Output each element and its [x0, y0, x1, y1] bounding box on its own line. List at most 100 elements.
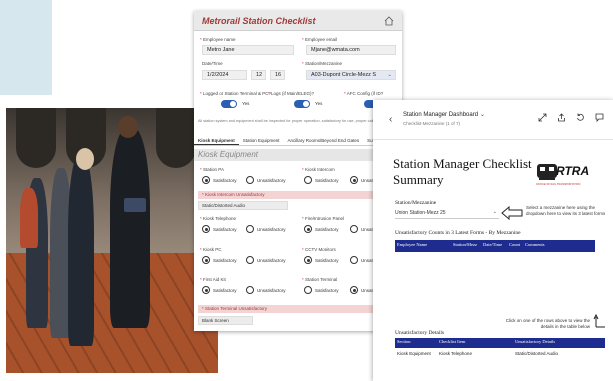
col-section: Section	[397, 339, 411, 344]
station-pa-unsatisfactory-radio[interactable]	[246, 176, 254, 184]
date-field[interactable]: 1/2/2024	[202, 70, 247, 80]
radio-label: Unsat	[361, 227, 373, 232]
radio-label: Satisfactory	[315, 227, 339, 232]
chevron-down-icon: ⌄	[492, 209, 497, 215]
employee-email-field[interactable]: Mjane@wmata.com	[306, 45, 396, 55]
kiosk-pc-label: * Kiosk PC	[200, 247, 222, 252]
app-header: ‹ Station Manager Dashboard ⌄ Checklist-…	[373, 100, 613, 140]
refresh-icon[interactable]	[576, 113, 585, 122]
fire-panel-label: * Fire/Intrusion Panel	[302, 216, 345, 221]
radio-label: Satisfactory	[213, 258, 237, 263]
table-row[interactable]: Kiosk Equipment Kiosk Telephone Static/D…	[395, 349, 605, 358]
kiosk-intercom-unsat-field[interactable]: Static/Distorted Audio	[198, 201, 288, 210]
station-label: * Station/Mezzanine	[302, 61, 343, 66]
cctv-label: * CCTV Monitors	[302, 247, 336, 252]
app-subtitle: Checklist-Mezzanine (1 of 7)	[403, 121, 461, 126]
instructions-note: All station system and equipment shall b…	[198, 119, 402, 123]
form-title: Metrorail Station Checklist	[202, 15, 316, 26]
share-icon[interactable]	[557, 113, 566, 122]
arrow-up-icon	[593, 314, 605, 328]
radio-label: Unsatisfactory	[257, 178, 286, 183]
details-table-header: Section Checklist Item Unsatisfactory De…	[395, 338, 605, 348]
tab-ancillary-rooms[interactable]: Ancillary Rooms/Beyond End Gates	[284, 136, 364, 145]
kiosk-intercom-unsatisfactory-radio[interactable]	[350, 176, 358, 184]
afc-label: * AFC Config (if ID?	[344, 91, 384, 96]
kiosk-intercom-unsat-label: * Kiosk Intercom Unsatisfactory	[198, 191, 398, 199]
hour-field[interactable]: 12	[251, 70, 266, 80]
dropdown-hint: Select a mezzanine here using the dropdo…	[526, 205, 606, 216]
logged-label: * Logged or Station Terminal & PC?	[200, 91, 271, 96]
col-date-time: Date/Time	[483, 242, 503, 247]
fire-satisfactory-radio[interactable]	[304, 225, 312, 233]
train-icon	[537, 164, 557, 180]
cell-unsat-details: Static/Distorted Audio	[515, 351, 559, 356]
logs-toggle[interactable]	[294, 100, 310, 108]
counts-heading: Unsatisfactory Counts in 3 Latest Forms …	[395, 230, 521, 236]
rtra-logo: RTRA OFFICE OF RAIL TRANSPORTATION	[536, 162, 596, 190]
station-terminal-unsat-label: * Station Terminal Unsatisfactory	[198, 305, 398, 313]
terminal-unsatisfactory-radio[interactable]	[350, 286, 358, 294]
tab-station-equipment[interactable]: Station Equipment	[239, 136, 284, 145]
fire-unsatisfactory-radio[interactable]	[350, 225, 358, 233]
col-station-mezz: Station/Mezz	[453, 242, 477, 247]
kiosk-intercom-satisfactory-radio[interactable]	[304, 176, 312, 184]
chevron-down-icon: ⌄	[387, 72, 392, 78]
kiosk-intercom-label: * Kiosk Intercom	[302, 167, 335, 172]
expand-icon[interactable]	[538, 113, 547, 122]
rows-hint: Click on one of the rows above to view t…	[505, 318, 590, 329]
cctv-satisfactory-radio[interactable]	[304, 256, 312, 264]
radio-label: Satisfactory	[213, 227, 237, 232]
details-heading: Unsatisfactory Details	[395, 330, 445, 336]
station-dropdown[interactable]: Union Station-Mezz 25 ⌄	[395, 208, 499, 219]
cell-section: Kiosk Equipment	[397, 351, 431, 356]
dashboard-title: Station Manager Checklist Summary	[393, 156, 532, 188]
station-select[interactable]: A03-Dupont Circle-Mezz S ⌄	[306, 70, 396, 80]
pc-unsatisfactory-radio[interactable]	[246, 256, 254, 264]
station-checklist-form: Metrorail Station Checklist * Employee n…	[194, 11, 402, 331]
radio-label: Unsat	[361, 178, 373, 183]
employee-name-field[interactable]: Metro Jane	[202, 45, 294, 55]
checklist-tabs: Kiosk Equipment Station Equipment Ancill…	[194, 136, 402, 146]
col-employee-name: Employee Name	[397, 242, 428, 247]
radio-label: Satisfactory	[315, 178, 339, 183]
arrow-left-icon	[501, 206, 523, 220]
employee-name-label: * Employee name	[200, 37, 236, 42]
title-line-2: Summary	[393, 172, 444, 187]
section-heading: Kiosk Equipment	[194, 149, 402, 161]
logged-yes: Yes	[242, 101, 250, 106]
col-unsat-details: Unsatisfactory Details	[515, 339, 556, 344]
back-chevron-icon[interactable]: ‹	[389, 114, 392, 125]
first-aid-label: * First Aid Kit	[200, 277, 226, 282]
station-pa-satisfactory-radio[interactable]	[202, 176, 210, 184]
comment-icon[interactable]	[595, 113, 604, 122]
logs-yes: Yes	[315, 101, 323, 106]
counts-table-header: Employee Name Station/Mezz Date/Time Cou…	[395, 240, 595, 252]
radio-label: Unsatisfactory	[257, 288, 286, 293]
telephone-satisfactory-radio[interactable]	[202, 225, 210, 233]
background-panel	[0, 0, 52, 95]
radio-label: Unsatisfactory	[257, 258, 286, 263]
tab-kiosk-equipment[interactable]: Kiosk Equipment	[194, 136, 239, 145]
cctv-unsatisfactory-radio[interactable]	[350, 256, 358, 264]
first-aid-unsatisfactory-radio[interactable]	[246, 286, 254, 294]
app-chevron-icon[interactable]: ⌄	[480, 111, 485, 118]
radio-label: Satisfactory	[213, 178, 237, 183]
col-count: Count	[509, 242, 521, 247]
station-terminal-label: * Station Terminal	[302, 277, 338, 282]
terminal-satisfactory-radio[interactable]	[304, 286, 312, 294]
telephone-unsatisfactory-radio[interactable]	[246, 225, 254, 233]
radio-label: Unsatisfactory	[257, 227, 286, 232]
radio-label: Satisfactory	[315, 288, 339, 293]
logo-text: RTRA	[556, 164, 590, 178]
radio-label: Satisfactory	[213, 288, 237, 293]
logs-label: * Logs (if Main/ELEG)?	[268, 91, 315, 96]
logged-toggle[interactable]	[221, 100, 237, 108]
station-terminal-unsat-field[interactable]: Blank Screen	[198, 316, 253, 325]
minute-field[interactable]: 16	[270, 70, 285, 80]
home-icon[interactable]	[384, 15, 394, 26]
first-aid-satisfactory-radio[interactable]	[202, 286, 210, 294]
station-manager-dashboard: ‹ Station Manager Dashboard ⌄ Checklist-…	[373, 100, 613, 381]
pc-satisfactory-radio[interactable]	[202, 256, 210, 264]
radio-label: Unsat	[361, 288, 373, 293]
logo-subtext: OFFICE OF RAIL TRANSPORTATION	[536, 183, 581, 186]
